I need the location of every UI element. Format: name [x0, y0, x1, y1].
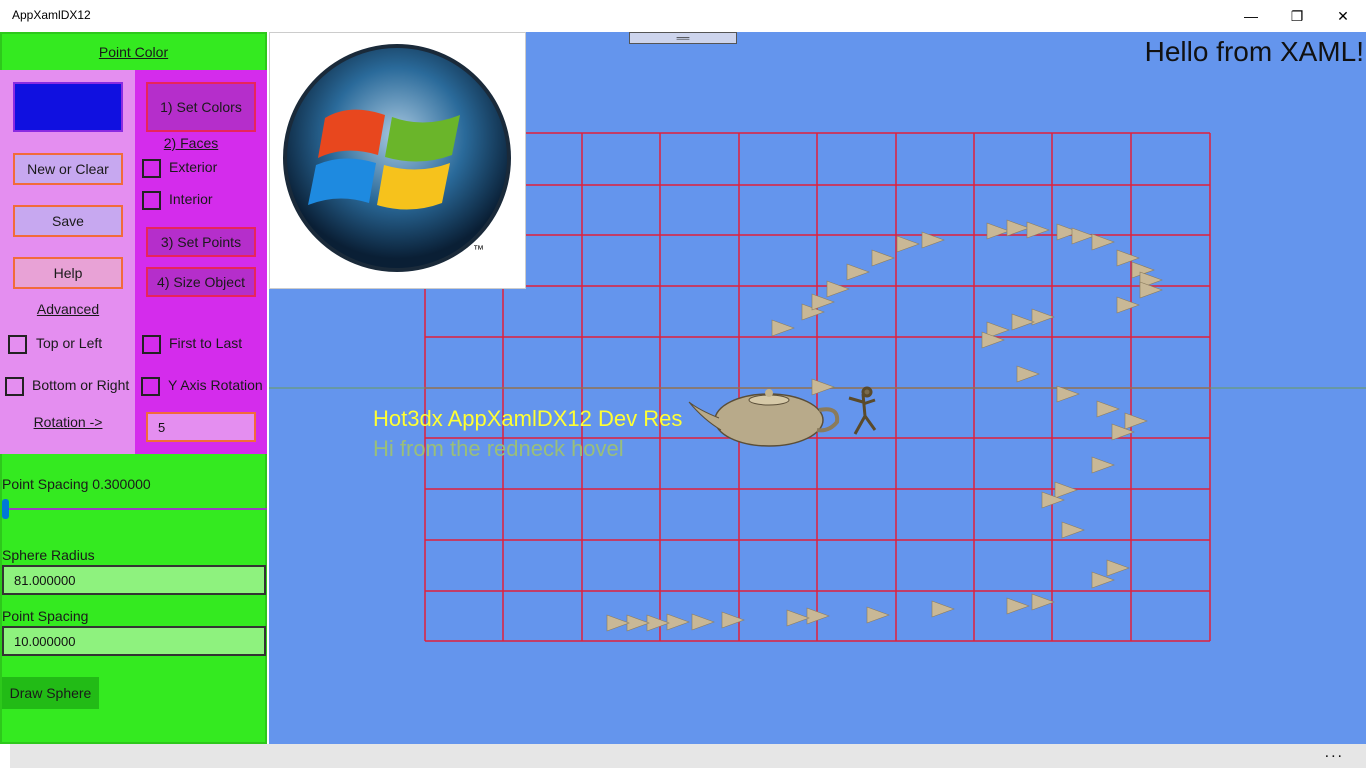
advanced-button[interactable]: Advanced	[13, 301, 123, 317]
figure	[848, 386, 877, 435]
maximize-button[interactable]: ❐	[1274, 0, 1320, 32]
sphere-radius-input[interactable]: 81.000000	[2, 565, 266, 595]
close-button[interactable]: ✕	[1320, 0, 1366, 32]
interior-label: Interior	[169, 191, 213, 207]
minimize-button[interactable]: —	[1228, 0, 1274, 32]
draw-sphere-button[interactable]: Draw Sphere	[2, 677, 99, 709]
faces-button[interactable]: 2) Faces	[146, 135, 236, 151]
save-button[interactable]: Save	[13, 205, 123, 237]
more-icon[interactable]: ...	[1325, 744, 1344, 762]
bottom-or-right-label: Bottom or Right	[32, 377, 130, 393]
point-color-button[interactable]: Point Color	[0, 44, 267, 60]
hello-text: Hello from XAML!	[1144, 36, 1364, 67]
close-icon: ✕	[1337, 7, 1349, 24]
sphere-radius-label: Sphere Radius	[2, 547, 95, 563]
render-canvas[interactable]: ™ ══ Hello from XAML! Hot3dx AppXamlDX12…	[269, 32, 1366, 744]
set-colors-button[interactable]: 1) Set Colors	[146, 82, 256, 132]
point-spacing-input[interactable]: 10.000000	[2, 626, 266, 656]
exterior-checkbox[interactable]	[142, 159, 161, 178]
y-axis-rotation-checkbox[interactable]	[141, 377, 160, 396]
size-object-button[interactable]: 4) Size Object	[146, 267, 256, 297]
bottom-app-bar: ...	[10, 744, 1366, 768]
help-button[interactable]: Help	[13, 257, 123, 289]
title-bar: AppXamlDX12 — ❐ ✕	[0, 0, 1366, 32]
point-spacing-slider-track[interactable]	[2, 508, 267, 510]
maximize-icon: ❐	[1290, 7, 1304, 24]
hi-text: Hi from the redneck hovel	[373, 436, 624, 461]
point-spacing-slider-thumb[interactable]	[2, 499, 9, 519]
top-or-left-checkbox[interactable]	[8, 335, 27, 354]
color-swatch[interactable]	[13, 82, 123, 132]
set-points-button[interactable]: 3) Set Points	[146, 227, 256, 257]
windows-logo-image: ™	[269, 32, 526, 289]
window-title: AppXamlDX12	[12, 8, 91, 22]
first-to-last-checkbox[interactable]	[142, 335, 161, 354]
bottom-or-right-checkbox[interactable]	[5, 377, 24, 396]
windows-logo-icon: ™	[283, 44, 511, 272]
point-spacing-label: Point Spacing	[2, 608, 89, 624]
trademark-text: ™	[473, 244, 484, 256]
cone-points	[606, 219, 1163, 632]
interior-checkbox[interactable]	[142, 191, 161, 210]
exterior-label: Exterior	[169, 159, 218, 175]
minimize-icon: —	[1244, 8, 1258, 24]
point-spacing-slider-label: Point Spacing 0.300000	[2, 476, 151, 492]
first-to-last-label: First to Last	[169, 335, 243, 351]
dev-text: Hot3dx AppXamlDX12 Dev Res	[373, 406, 683, 431]
y-axis-rotation-label: Y Axis Rotation	[168, 377, 263, 393]
new-or-clear-button[interactable]: New or Clear	[13, 153, 123, 185]
rotation-input[interactable]: 5	[146, 412, 256, 442]
splitter-handle[interactable]: ══	[629, 32, 737, 44]
top-or-left-label: Top or Left	[36, 335, 103, 351]
rotation-button[interactable]: Rotation ->	[13, 414, 123, 430]
